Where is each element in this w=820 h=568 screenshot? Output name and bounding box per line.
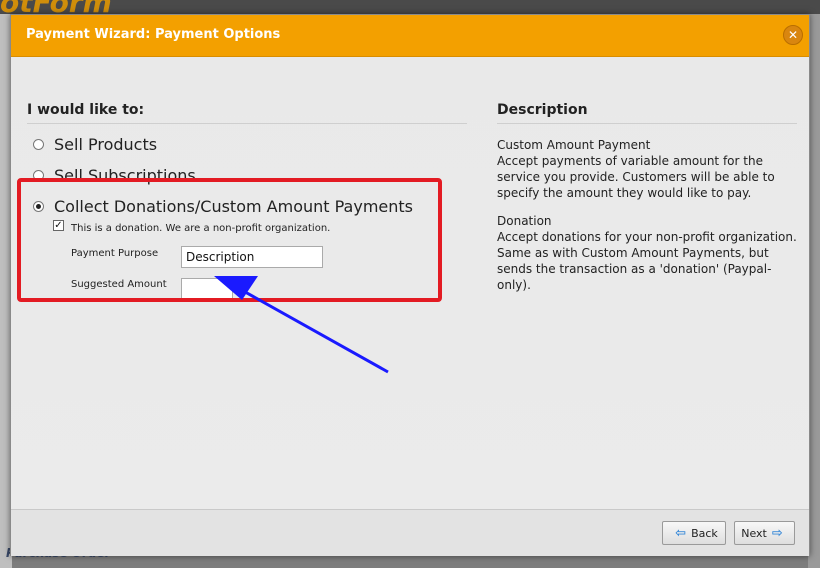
arrow-shaft [237, 286, 389, 374]
annotation-arrow [214, 276, 389, 374]
